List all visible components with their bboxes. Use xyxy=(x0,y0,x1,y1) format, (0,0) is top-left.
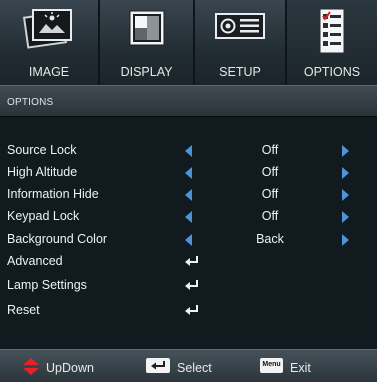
menu-item-label: Lamp Settings xyxy=(7,278,87,292)
left-arrow-icon[interactable] xyxy=(185,145,192,157)
left-arrow-icon[interactable] xyxy=(185,167,192,179)
enter-icon[interactable] xyxy=(184,303,200,317)
updown-hint: UpDown xyxy=(46,361,94,375)
menu-item-advanced[interactable]: Advanced xyxy=(0,251,377,273)
menu-key-icon: Menu xyxy=(260,358,283,373)
section-header: OPTIONS xyxy=(0,85,377,117)
key-hint-bar: UpDown Select Menu Exit xyxy=(0,349,377,382)
right-arrow-icon[interactable] xyxy=(342,167,349,179)
tab-bar: IMAGE DISPLAY SETUP OPTIONS xyxy=(0,0,377,85)
menu-item-value: Off xyxy=(261,165,279,179)
left-arrow-icon[interactable] xyxy=(185,234,192,246)
image-icon xyxy=(23,9,72,49)
menu-item-label: Reset xyxy=(7,303,40,317)
menu-item-background-color[interactable]: Background Color Back xyxy=(0,229,377,251)
left-arrow-icon[interactable] xyxy=(185,189,192,201)
menu-item-high-altitude[interactable]: High Altitude Off xyxy=(0,162,377,184)
menu-item-label: Source Lock xyxy=(7,143,77,157)
tab-image[interactable]: IMAGE xyxy=(0,0,100,85)
select-hint: Select xyxy=(177,361,212,375)
menu-item-information-hide[interactable]: Information Hide Off xyxy=(0,184,377,206)
left-arrow-icon[interactable] xyxy=(185,211,192,223)
right-arrow-icon[interactable] xyxy=(342,189,349,201)
options-osd: IMAGE DISPLAY SETUP OPTIONS OPTIONS Sour… xyxy=(0,0,377,382)
right-arrow-icon[interactable] xyxy=(342,145,349,157)
menu-item-keypad-lock[interactable]: Keypad Lock Off xyxy=(0,206,377,228)
menu-item-label: Advanced xyxy=(7,254,63,268)
menu-item-value: Off xyxy=(261,143,279,157)
menu-item-label: Information Hide xyxy=(7,187,99,201)
enter-icon[interactable] xyxy=(184,278,200,292)
tab-options[interactable]: OPTIONS xyxy=(287,0,377,85)
exit-hint: Exit xyxy=(290,361,311,375)
options-menu: Source Lock Off High Altitude Off Inform… xyxy=(0,117,377,349)
section-title: OPTIONS xyxy=(7,97,54,108)
up-down-arrow-icon xyxy=(23,358,39,375)
menu-item-source-lock[interactable]: Source Lock Off xyxy=(0,140,377,162)
menu-item-label: Keypad Lock xyxy=(7,209,80,223)
menu-item-value: Back xyxy=(256,232,284,246)
right-arrow-icon[interactable] xyxy=(342,234,349,246)
enter-key-icon xyxy=(146,358,170,373)
projector-icon xyxy=(215,13,265,39)
right-arrow-icon[interactable] xyxy=(342,211,349,223)
tab-setup[interactable]: SETUP xyxy=(195,0,287,85)
menu-item-label: High Altitude xyxy=(7,165,78,179)
menu-item-reset[interactable]: Reset xyxy=(0,300,377,322)
menu-item-lamp-settings[interactable]: Lamp Settings xyxy=(0,275,377,297)
menu-key-label: Menu xyxy=(262,361,281,368)
display-icon xyxy=(129,10,164,46)
tab-display[interactable]: DISPLAY xyxy=(100,0,195,85)
menu-item-label: Background Color xyxy=(7,232,108,246)
menu-item-value: Off xyxy=(261,209,279,223)
checklist-icon xyxy=(319,8,345,54)
menu-item-value: Off xyxy=(261,187,279,201)
enter-icon[interactable] xyxy=(184,254,200,268)
